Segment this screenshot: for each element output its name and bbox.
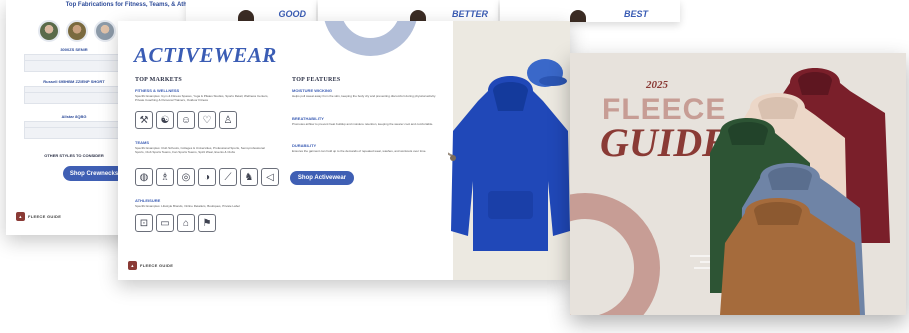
other-styles-heading: OTHER STYLES TO CONSIDER [44,153,104,158]
tag-icon: ⚑ [198,214,216,232]
top-features-heading: TOP FEATURES [292,77,341,83]
fleece-guide-logo-icon: ▲ [16,212,25,221]
market-name: ATHLEISURE [135,198,161,203]
sku-block: 3000ZS SENIR [24,47,124,72]
shop-crewnecks-button[interactable]: Shop Crewnecks [63,166,125,181]
market-name: TEAMS [135,140,149,145]
tier-card-better: BETTER [318,0,498,22]
tier-card-best: BEST [500,0,680,22]
bowling-icon: ♗ [156,168,174,186]
shop-activewear-button[interactable]: Shop Activewear [290,171,354,185]
dumbbell-icon: ⚒ [135,111,153,129]
model-face-icon [570,10,586,22]
market-icon-row: ⚒ ☯ ☺ ♡ ♙ [135,111,237,129]
activewear-spread: ACTIVEWEAR TOP MARKETS TOP FEATURES FITN… [118,21,570,280]
sku-block: Allstar 8QBG [24,114,124,139]
basketball-icon: ◍ [135,168,153,186]
feature-name: DURABILITY [292,143,317,148]
market-name: FITNESS & WELLNESS [135,88,180,93]
tier-label-better: BETTER [452,9,488,19]
boutique-icon: ⌂ [177,214,195,232]
model-avatar-row [38,20,116,42]
sku-name: 3000ZS SENIR [60,47,88,52]
market-description: Specific Examples: Club Schools, College… [135,146,265,154]
tier-label-good: GOOD [278,9,306,19]
blue-cap-image [527,59,567,87]
market-description: Specific Examples: Lifestyle Brands, Onl… [135,204,240,208]
family-icon: ☺ [177,111,195,129]
avatar [38,20,60,42]
avatar [66,20,88,42]
hoodie-stack-image [710,68,890,315]
feature-name: MOISTURE WICKING [292,88,332,93]
sku-table [24,54,124,72]
avatar [94,20,116,42]
trainer-icon: ♙ [219,111,237,129]
tier-label-best: BEST [623,9,648,19]
fleece-guide-logo-icon: ▲ [128,261,137,270]
team-icon: ♞ [240,168,258,186]
page-title: ACTIVEWEAR [134,43,277,67]
feature-description: Ensures the garment can hold up to the d… [292,149,427,153]
decorative-ring [323,21,418,56]
sku-table [24,86,124,104]
decorative-arc [570,193,660,315]
fleece-guide-cover: 2025 FLEECE GUIDE [570,53,906,315]
brand-label: FLEECE GUIDE [140,263,174,268]
meditation-icon: ☯ [156,111,174,129]
activewear-left-page: ACTIVEWEAR TOP MARKETS TOP FEATURES FITN… [118,21,453,280]
top-markets-heading: TOP MARKETS [135,77,183,83]
cover-year: 2025 [646,79,668,91]
feature-description: Helps pull sweat away from the skin, kee… [292,94,437,98]
activewear-page-brand: ▲ FLEECE GUIDE [128,261,173,270]
sku-block: Russell 695HBM ZZIENP SHORT [24,79,124,104]
sku-name: Allstar 8QBG [61,114,87,119]
market-description: Specific Examples: Gym & Fitness Spaces,… [135,94,269,102]
sku-table [24,121,124,139]
heart-icon: ♡ [198,111,216,129]
market-icon-row: ◍ ♗ ◎ ◑ ⟋ ♞ ◁ [135,168,279,186]
hockey-icon: ⟋ [219,168,237,186]
feature-description: Promotes airflow to prevent heat buildup… [292,122,434,126]
market-icon-row: ⊡ ▭ ⌂ ⚑ [135,214,216,232]
shopping-bag-icon: ⊡ [135,214,153,232]
sku-name: Russell 695HBM ZZIENP SHORT [43,79,105,84]
target-icon: ◎ [177,168,195,186]
tier-card-good: GOOD [186,0,316,22]
online-store-icon: ▭ [156,214,174,232]
brand-label: FLEECE GUIDE [28,214,62,219]
back-page-brand: ▲ FLEECE GUIDE [16,212,61,221]
megaphone-icon: ◁ [261,168,279,186]
volleyball-icon: ◑ [198,168,216,186]
feature-name: BREATHABILITY [292,116,324,121]
blue-hoodie-image [448,76,570,251]
